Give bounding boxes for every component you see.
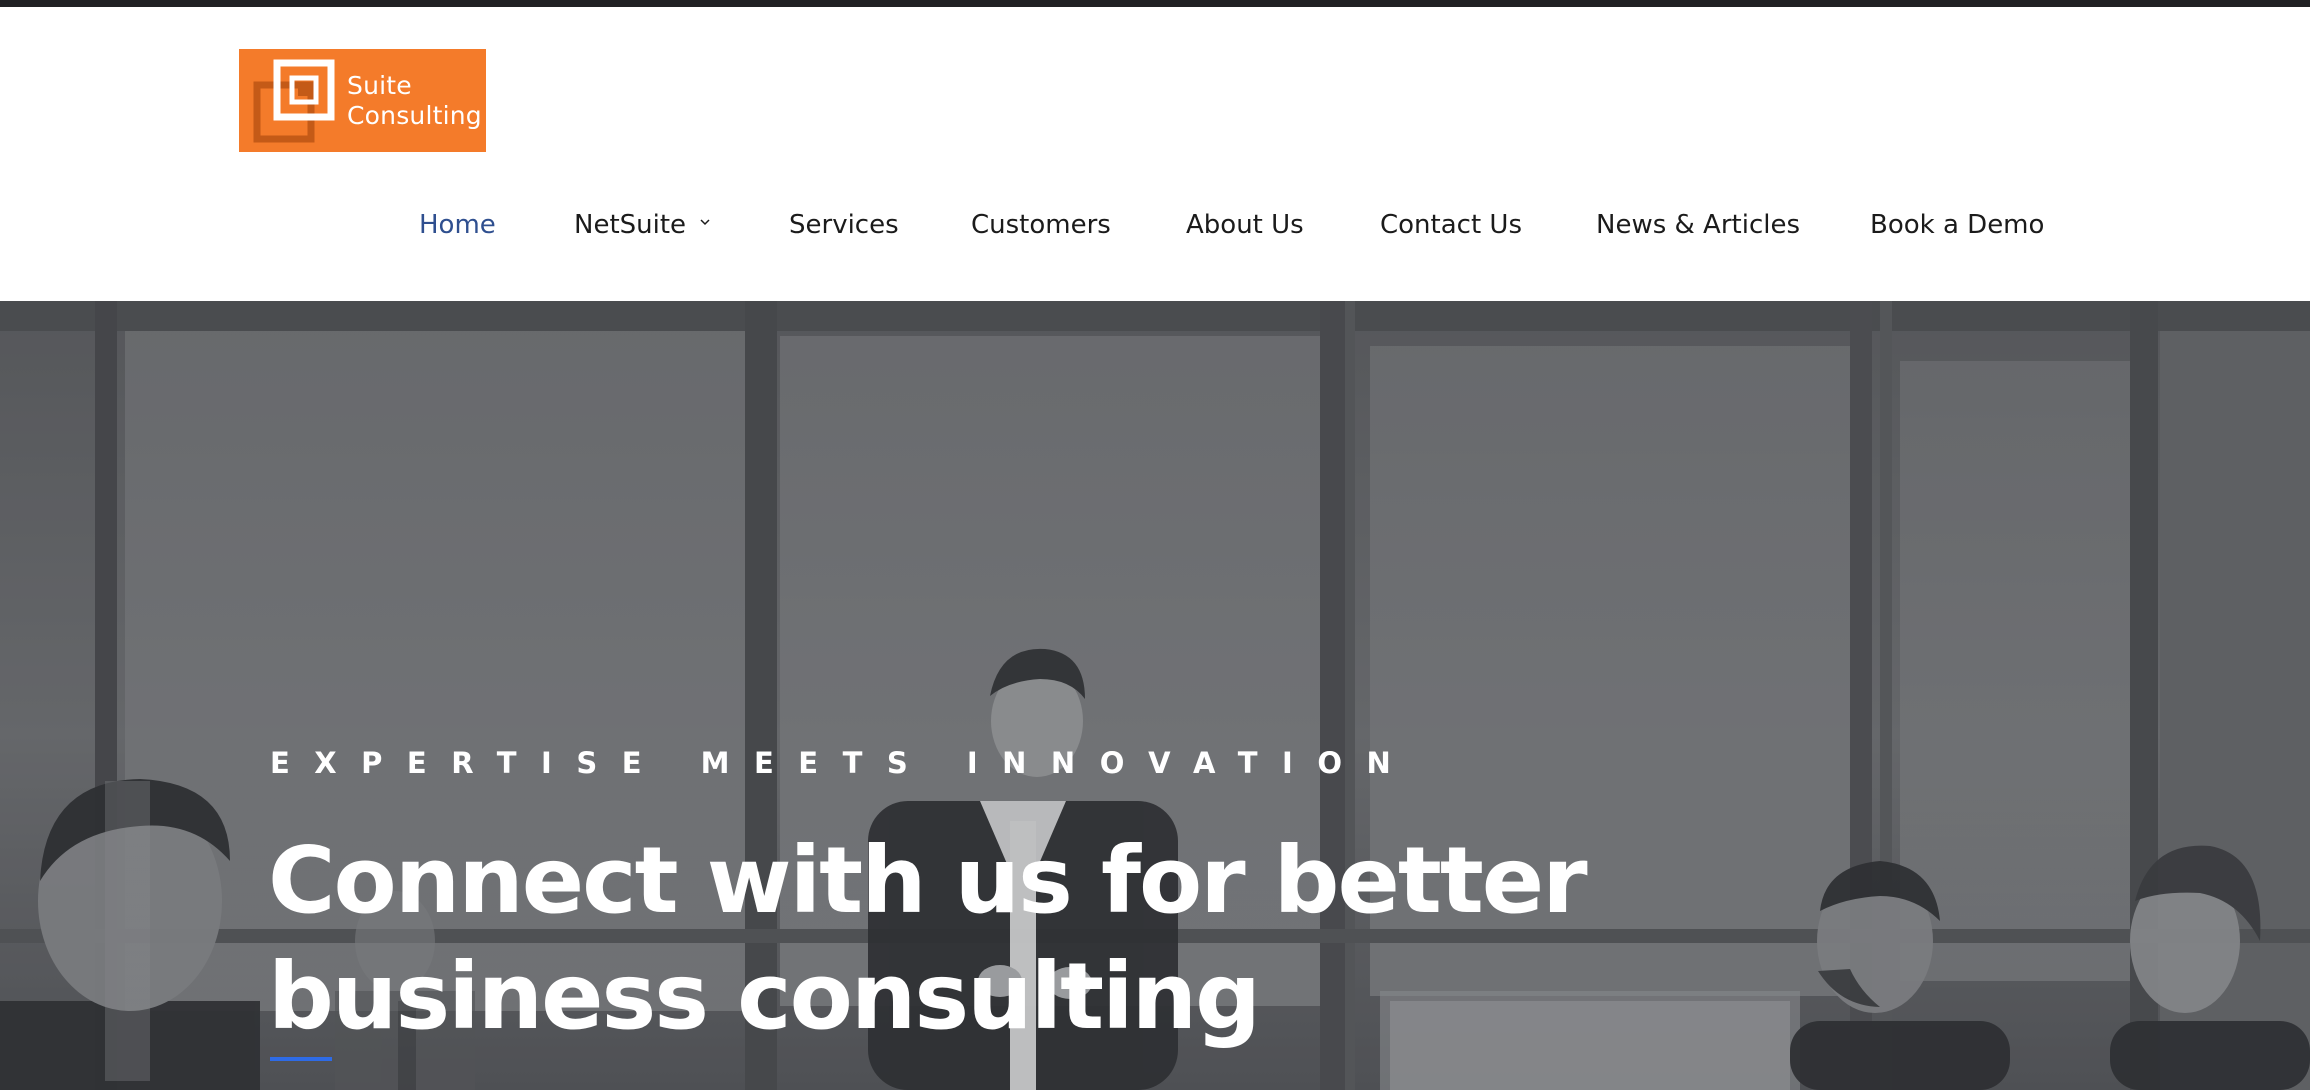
logo-line-2: Consulting <box>347 101 482 130</box>
logo-text: Suite Consulting <box>347 71 482 131</box>
nav-item-netsuite-label: NetSuite <box>574 210 687 240</box>
hero-headline-line-1: Connect with us for better <box>268 827 1588 934</box>
nav-item-customers[interactable]: Customers <box>971 197 1111 253</box>
nav-item-services[interactable]: Services <box>789 197 899 253</box>
site-header: Suite Consulting Home NetSuite Services … <box>0 7 2310 301</box>
nav-item-netsuite[interactable]: NetSuite <box>574 197 710 253</box>
main-navigation: Home NetSuite Services Customers About U… <box>0 197 2310 253</box>
browser-top-strip <box>0 0 2310 7</box>
chevron-down-icon <box>700 219 710 226</box>
site-logo[interactable]: Suite Consulting <box>239 49 486 152</box>
nav-item-home[interactable]: Home <box>419 197 496 253</box>
hero-headline: Connect with us for better business cons… <box>268 823 1588 1055</box>
hero-accent-line <box>270 1057 332 1061</box>
nav-item-about-us[interactable]: About Us <box>1186 197 1304 253</box>
nav-item-contact-us[interactable]: Contact Us <box>1380 197 1522 253</box>
nav-item-news-articles[interactable]: News & Articles <box>1596 197 1800 253</box>
hero-section: EXPERTISE MEETS INNOVATION Connect with … <box>0 301 2310 1090</box>
hero-eyebrow: EXPERTISE MEETS INNOVATION <box>270 746 1416 780</box>
logo-line-1: Suite <box>347 71 412 100</box>
hero-headline-line-2: business consulting <box>268 943 1261 1050</box>
nav-item-book-a-demo[interactable]: Book a Demo <box>1870 197 2044 253</box>
